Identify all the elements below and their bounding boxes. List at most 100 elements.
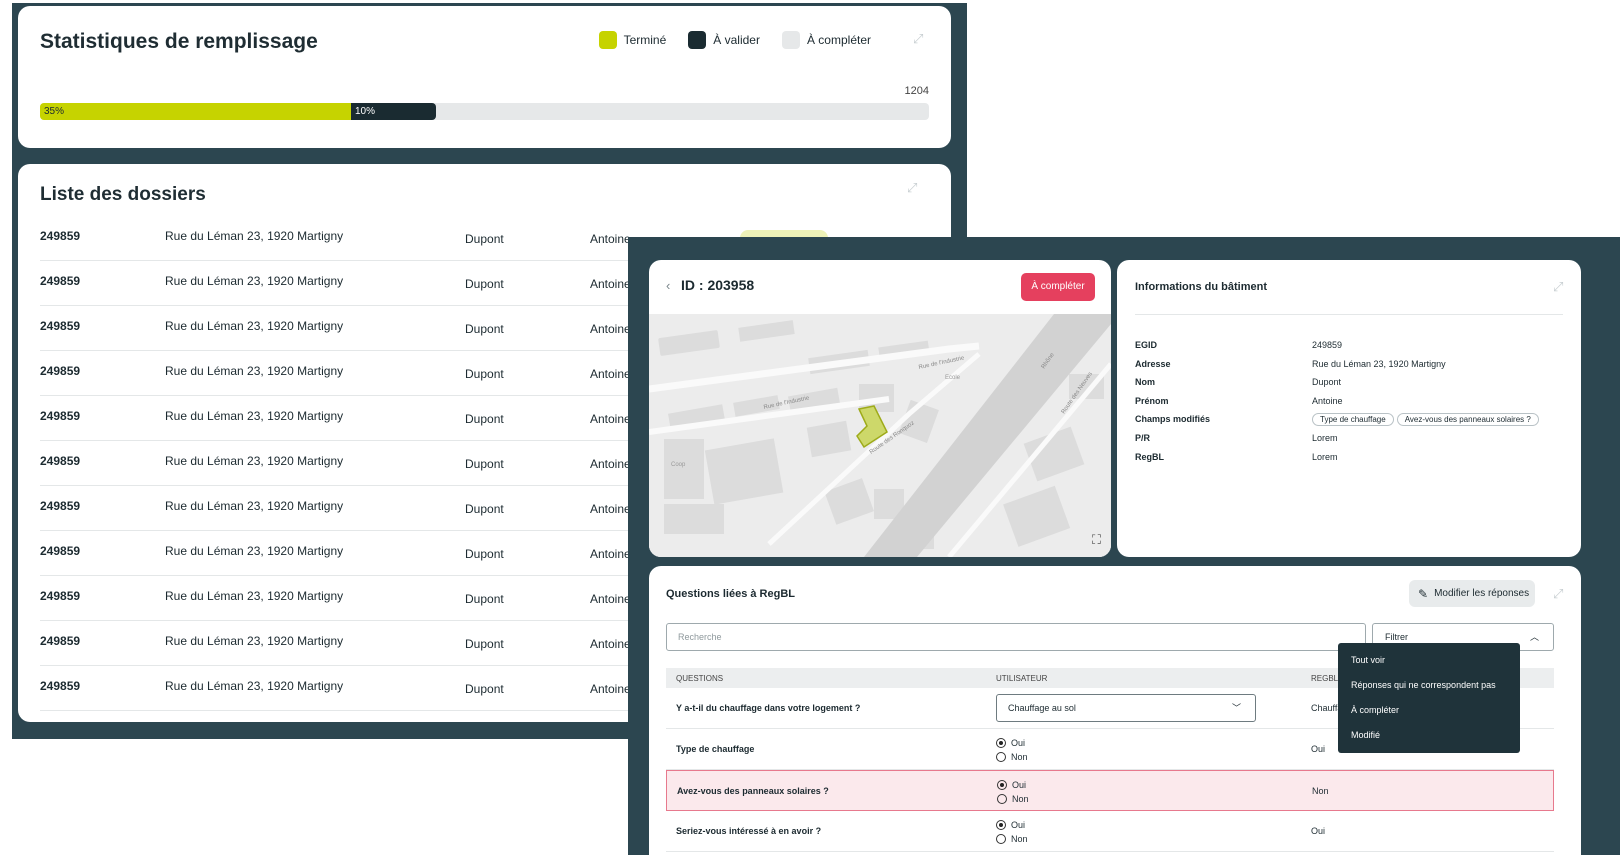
dossier-id: 249859 — [40, 274, 81, 288]
dossier-prenom: Antoine — [590, 367, 631, 381]
radio-empty-icon — [996, 752, 1006, 762]
building-info-card: Informations du bâtiment ⤢ EGID 249859 Adr… — [1117, 260, 1581, 557]
expand-icon[interactable]: ⤢ — [1553, 587, 1567, 601]
map-place-label: Coop — [671, 462, 686, 468]
radio-label: Non — [1011, 834, 1028, 844]
expand-icon[interactable]: ⤢ — [1553, 280, 1567, 294]
expand-icon[interactable]: ⤢ — [913, 32, 927, 46]
radio-non[interactable]: Non — [997, 792, 1029, 806]
header-questions: QUESTIONS — [676, 674, 724, 683]
dossier-prenom: Antoine — [590, 412, 631, 426]
edit-answers-label: Modifier les réponses — [1434, 588, 1530, 599]
legend-swatch-done — [598, 31, 617, 49]
stats-legend: Terminé À valider À compléter — [598, 31, 871, 49]
radio-non[interactable]: Non — [996, 832, 1028, 846]
radio-selected-icon — [996, 820, 1006, 830]
dossier-address: Rue du Léman 23, 1920 Martigny — [165, 454, 344, 468]
info-value: Lorem — [1312, 432, 1338, 443]
radio-oui[interactable]: Oui — [997, 778, 1029, 792]
info-key: Prénom — [1135, 395, 1169, 406]
dossier-nom: Dupont — [465, 322, 504, 336]
expand-icon[interactable]: ⤢ — [907, 181, 921, 195]
dossier-nom: Dupont — [465, 232, 504, 246]
filter-option-modified[interactable]: Modifié — [1338, 730, 1520, 755]
dossier-address: Rue du Léman 23, 1920 Martigny — [165, 319, 344, 333]
legend-label-validate: À valider — [713, 33, 760, 47]
radio-oui[interactable]: Oui — [996, 818, 1028, 832]
info-row: RegBL Lorem — [1135, 452, 1565, 471]
radio-group: Oui Non — [996, 736, 1028, 764]
info-value: Rue du Léman 23, 1920 Martigny — [1312, 358, 1446, 369]
question-text: Y a-t-il du chauffage dans votre logemen… — [676, 703, 861, 713]
radio-label: Oui — [1012, 780, 1027, 790]
progress-done: 35% — [40, 103, 351, 120]
header-regbl: REGBL — [1311, 674, 1339, 683]
legend-item-done: Terminé — [598, 31, 667, 49]
dossier-id: 249859 — [40, 634, 81, 648]
dossier-prenom: Antoine — [590, 682, 631, 696]
stats-title: Statistiques de remplissage — [40, 30, 318, 53]
regbl-value: Oui — [1311, 826, 1326, 836]
radio-label: Non — [1012, 794, 1029, 804]
list-title: Liste des dossiers — [40, 184, 206, 205]
legend-label-done: Terminé — [623, 33, 667, 47]
dossier-nom: Dupont — [465, 592, 504, 606]
pencil-icon: ✎ — [1418, 586, 1429, 601]
search-input[interactable]: Recherche — [666, 623, 1366, 651]
filter-option-all[interactable]: Tout voir — [1338, 655, 1520, 680]
dossier-address: Rue du Léman 23, 1920 Martigny — [165, 229, 344, 243]
filter-label: Filtrer — [1385, 632, 1408, 642]
radio-oui[interactable]: Oui — [996, 736, 1028, 750]
modified-field-chip: Avez-vous des panneaux solaires ? — [1396, 413, 1539, 427]
info-row: P/R Lorem — [1135, 433, 1565, 452]
info-key: Nom — [1135, 377, 1155, 388]
chevron-up-icon: ︿ — [1529, 632, 1539, 642]
legend-item-validate: À valider — [688, 31, 760, 49]
stats-card: Statistiques de remplissage Terminé À va… — [18, 6, 951, 148]
chevron-down-icon: ﹀ — [1231, 703, 1241, 713]
radio-label: Non — [1011, 752, 1028, 762]
radio-label: Oui — [1011, 820, 1026, 830]
dossier-address: Rue du Léman 23, 1920 Martigny — [165, 274, 344, 288]
dossier-nom: Dupont — [465, 367, 504, 381]
radio-non[interactable]: Non — [996, 750, 1028, 764]
chevron-left-icon[interactable]: ‹ — [666, 278, 670, 293]
radio-selected-icon — [996, 738, 1006, 748]
dossier-nom: Dupont — [465, 547, 504, 561]
dossier-id: 249859 — [40, 229, 81, 243]
dossier-id: 249859 — [40, 364, 81, 378]
heating-select-value: Chauffage au sol — [1008, 703, 1076, 713]
dossier-nom: Dupont — [465, 457, 504, 471]
filter-option-to-complete[interactable]: À compléter — [1338, 705, 1520, 730]
edit-answers-button[interactable]: ✎ Modifier les réponses — [1409, 580, 1535, 607]
info-key: RegBL — [1135, 451, 1164, 462]
radio-selected-icon — [997, 780, 1007, 790]
legend-swatch-complete — [781, 31, 800, 49]
dossier-prenom: Antoine — [590, 637, 631, 651]
building-card: ‹ ID : 203958 À compléter Rue de l'Indus… — [649, 260, 1111, 557]
dossier-prenom: Antoine — [590, 547, 631, 561]
question-text: Avez-vous des panneaux solaires ? — [677, 786, 829, 796]
info-row: EGID 249859 — [1135, 340, 1565, 359]
fullscreen-icon[interactable]: ⛶ — [1092, 532, 1101, 548]
map-place-label: Ecole — [945, 375, 961, 381]
status-button[interactable]: À compléter — [1021, 273, 1095, 301]
dossier-nom: Dupont — [465, 637, 504, 651]
dossier-prenom: Antoine — [590, 592, 631, 606]
dossier-address: Rue du Léman 23, 1920 Martigny — [165, 679, 344, 693]
progress-bar: 35% 10% — [40, 103, 929, 120]
stats-total: 1204 — [904, 85, 929, 97]
filter-option-mismatch[interactable]: Réponses qui ne correspondent pas — [1338, 680, 1520, 705]
radio-group: Oui Non — [997, 778, 1029, 806]
info-key: EGID — [1135, 340, 1158, 350]
divider — [1135, 314, 1563, 315]
building-id: ID : 203958 — [681, 277, 755, 293]
dossier-id: 249859 — [40, 454, 81, 468]
map[interactable]: Rue de l'Industrie Rue de l'Industrie Ro… — [649, 314, 1111, 557]
dossier-address: Rue du Léman 23, 1920 Martigny — [165, 544, 344, 558]
heating-select[interactable]: Chauffage au sol ﹀ — [996, 694, 1256, 722]
dossier-address: Rue du Léman 23, 1920 Martigny — [165, 499, 344, 513]
dossier-address: Rue du Léman 23, 1920 Martigny — [165, 634, 344, 648]
dossier-id: 249859 — [40, 679, 81, 693]
info-value: Antoine — [1312, 395, 1343, 406]
